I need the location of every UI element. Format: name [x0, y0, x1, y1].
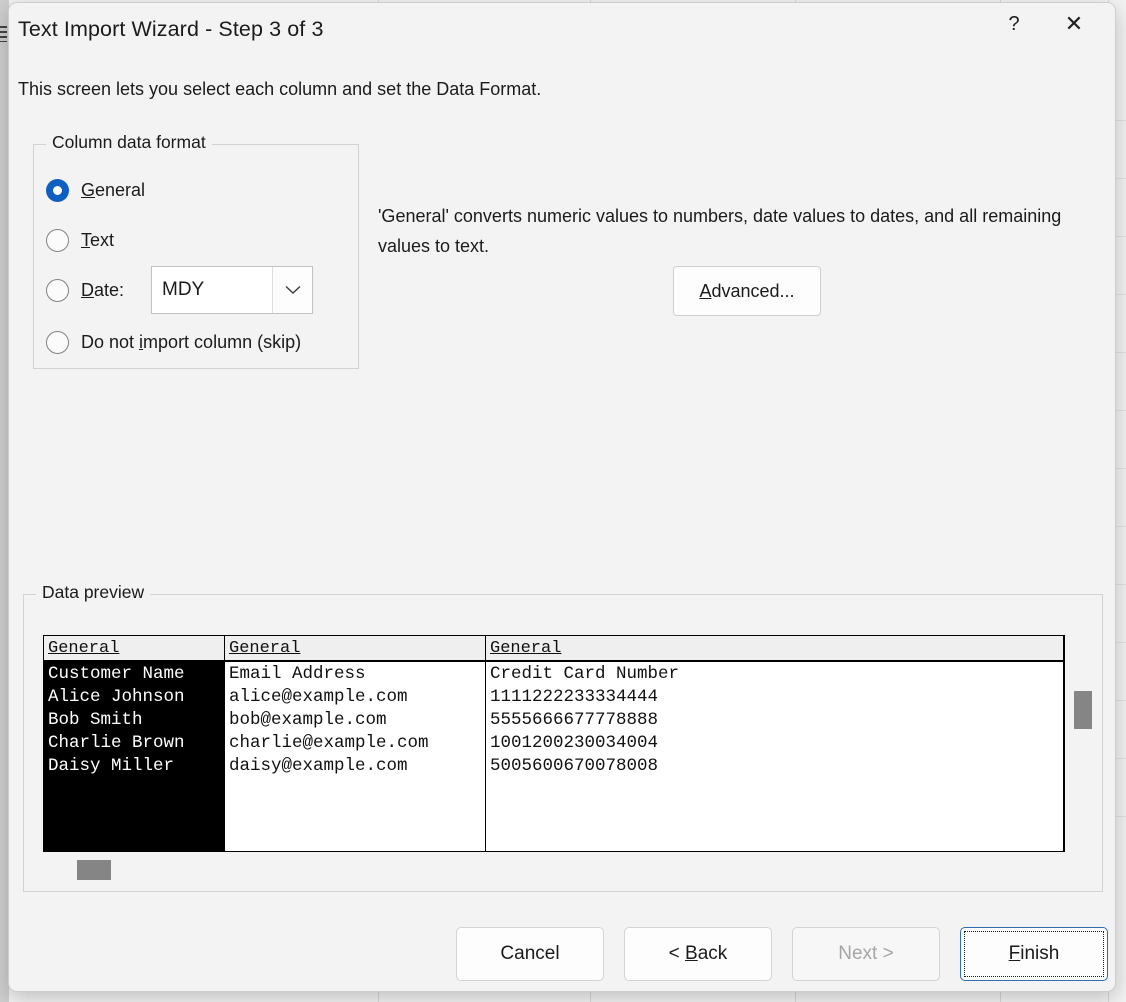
preview-column-0[interactable]: Customer Name Alice Johnson Bob Smith Ch… — [44, 662, 225, 851]
column-header-0-label: General — [48, 639, 119, 658]
hamburger-icon — [0, 26, 7, 42]
data-preview-body: Customer Name Alice Johnson Bob Smith Ch… — [44, 662, 1064, 851]
radio-do-not-import-indicator[interactable] — [46, 331, 69, 354]
radio-date-label: Date: — [81, 280, 124, 301]
preview-cell: Alice Johnson — [44, 686, 224, 709]
preview-cell: Charlie Brown — [44, 732, 224, 755]
date-format-combobox[interactable]: MDY — [151, 266, 313, 314]
preview-cell: 5555666677778888 — [486, 709, 1063, 732]
close-icon[interactable]: ✕ — [1051, 3, 1097, 45]
radio-text-indicator[interactable] — [46, 229, 69, 252]
preview-cell: 1001200230034004 — [486, 732, 1063, 755]
radio-do-not-import[interactable]: Do not import column (skip) — [46, 329, 301, 355]
next-button[interactable]: Next > — [792, 927, 940, 981]
preview-cell: bob@example.com — [225, 709, 485, 732]
preview-cell: 5005600670078008 — [486, 755, 1063, 778]
preview-column-1[interactable]: Email Address alice@example.com bob@exam… — [225, 662, 486, 851]
preview-cell: 1111222233334444 — [486, 686, 1063, 709]
text-import-wizard-dialog: Text Import Wizard - Step 3 of 3 ? ✕ Thi… — [8, 2, 1116, 992]
data-preview-table[interactable]: General General General Customer Name Al… — [43, 635, 1065, 852]
preview-cell: charlie@example.com — [225, 732, 485, 755]
date-format-value: MDY — [152, 267, 272, 313]
radio-text[interactable]: Text — [46, 227, 114, 253]
preview-cell: daisy@example.com — [225, 755, 485, 778]
column-header-0[interactable]: General — [44, 636, 225, 660]
preview-cell: Daisy Miller — [44, 755, 224, 778]
advanced-button[interactable]: Advanced... — [673, 266, 821, 316]
back-button[interactable]: < Back — [624, 927, 772, 981]
finish-button-label: Finish — [1009, 943, 1060, 964]
preview-cell: Customer Name — [44, 663, 224, 686]
radio-general-label: General — [81, 180, 145, 201]
radio-text-label: Text — [81, 230, 114, 251]
column-header-1[interactable]: General — [225, 636, 486, 660]
preview-cell: Email Address — [225, 663, 485, 686]
preview-cell: Bob Smith — [44, 709, 224, 732]
column-header-2-label: General — [490, 639, 561, 658]
radio-general[interactable]: General — [46, 177, 145, 203]
column-header-1-label: General — [229, 639, 300, 658]
dialog-instruction-text: This screen lets you select each column … — [18, 79, 541, 100]
data-preview-header-row: General General General — [44, 636, 1064, 662]
chevron-down-icon[interactable] — [272, 267, 312, 313]
preview-column-2[interactable]: Credit Card Number 1111222233334444 5555… — [486, 662, 1064, 851]
finish-button[interactable]: Finish — [960, 927, 1108, 981]
column-data-format-group: Column data format General Text Date: MD… — [33, 144, 359, 369]
column-header-2[interactable]: General — [486, 636, 1064, 660]
data-preview-group-label: Data preview — [36, 582, 150, 603]
format-description-text: 'General' converts numeric values to num… — [378, 201, 1078, 261]
data-preview-horizontal-scrollbar[interactable] — [77, 860, 111, 880]
preview-cell: Credit Card Number — [486, 663, 1063, 686]
cancel-button[interactable]: Cancel — [456, 927, 604, 981]
help-icon[interactable]: ? — [991, 3, 1037, 45]
column-data-format-group-label: Column data format — [46, 132, 212, 153]
radio-date[interactable]: Date: — [46, 277, 124, 303]
radio-date-indicator[interactable] — [46, 279, 69, 302]
dialog-title: Text Import Wizard - Step 3 of 3 — [18, 17, 324, 42]
radio-do-not-import-label: Do not import column (skip) — [81, 332, 301, 353]
data-preview-vertical-scrollbar[interactable] — [1074, 691, 1092, 729]
dialog-titlebar: Text Import Wizard - Step 3 of 3 ? ✕ — [9, 3, 1115, 61]
radio-general-indicator[interactable] — [46, 179, 69, 202]
preview-cell: alice@example.com — [225, 686, 485, 709]
